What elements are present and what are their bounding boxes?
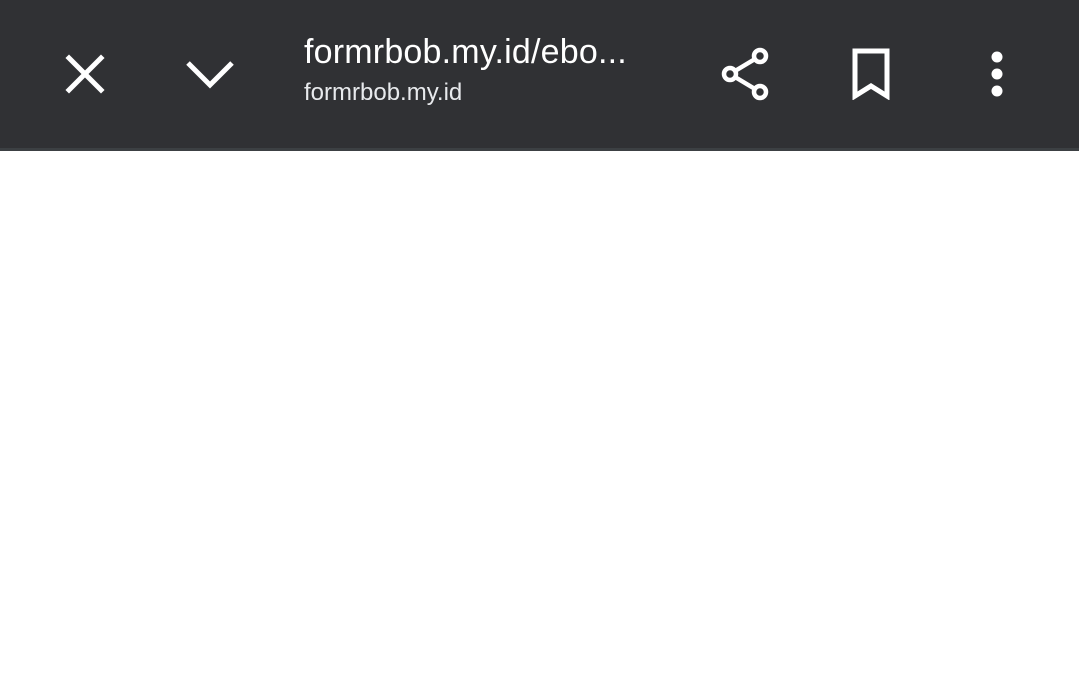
share-icon [720,46,772,102]
page-content [0,151,1079,683]
bookmark-button[interactable] [821,24,921,124]
page-domain: formrbob.my.id [304,79,463,106]
minimize-button[interactable] [160,24,260,124]
share-button[interactable] [696,24,796,124]
page-title: formrbob.my.id/ebo... [304,33,627,71]
close-icon [65,54,105,94]
url-bar[interactable]: formrbob.my.id/ebo... formrbob.my.id [304,30,644,108]
chevron-down-icon [185,59,235,89]
bookmark-icon [851,48,891,100]
more-vert-icon [990,51,1004,97]
more-options-button[interactable] [947,24,1047,124]
close-button[interactable] [35,24,135,124]
custom-tab-toolbar: formrbob.my.id/ebo... formrbob.my.id [0,0,1079,151]
